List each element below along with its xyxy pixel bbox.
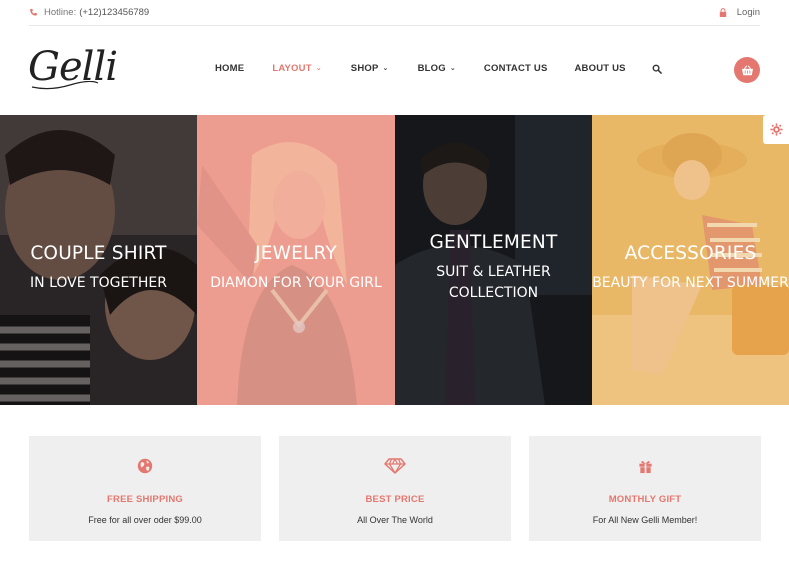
nav-home[interactable]: HOME <box>215 63 244 74</box>
feature-title: BEST PRICE <box>365 494 425 505</box>
nav-about-label: ABOUT US <box>574 63 626 74</box>
nav-blog-label: BLOG <box>417 63 446 74</box>
search-icon[interactable] <box>652 64 662 74</box>
banner-jewelry[interactable]: JEWELRY DIAMON FOR YOUR GIRL <box>197 115 395 405</box>
hotline: Hotline: (+12)123456789 <box>29 7 149 18</box>
banner-subtitle: IN LOVE TOGETHER <box>30 275 167 291</box>
brand-logo[interactable]: Gelli <box>28 47 118 90</box>
chevron-down-icon: ⌄ <box>382 65 389 72</box>
banner-couple-shirt[interactable]: COUPLE SHIRT IN LOVE TOGETHER <box>0 115 197 405</box>
feature-subtitle: Free for all over oder $99.00 <box>88 515 202 525</box>
banner-text: JEWELRY DIAMON FOR YOUR GIRL <box>197 243 395 294</box>
top-bar: Hotline: (+12)123456789 Login <box>29 0 760 26</box>
header: Gelli HOME LAYOUT ⌄ SHOP ⌄ BLOG ⌄ CONTAC… <box>0 27 789 115</box>
banner-title: COUPLE SHIRT <box>30 243 167 264</box>
nav-shop-label: SHOP <box>350 63 379 74</box>
nav-contact[interactable]: CONTACT US <box>484 63 548 74</box>
feature-best-price: BEST PRICE All Over The World <box>279 436 511 541</box>
chevron-down-icon: ⌄ <box>315 65 322 72</box>
feature-title: MONTHLY GIFT <box>608 494 682 505</box>
diamond-icon <box>384 456 406 476</box>
nav-shop[interactable]: SHOP ⌄ <box>351 63 389 74</box>
gear-icon <box>769 123 783 136</box>
banner-subtitle: SUIT & LEATHER COLLECTION <box>436 264 551 301</box>
banner-subtitle: DIAMON FOR YOUR GIRL <box>210 275 382 291</box>
basket-icon <box>741 64 754 76</box>
feature-subtitle: All Over The World <box>357 515 433 525</box>
nav-layout[interactable]: LAYOUT ⌄ <box>272 63 321 74</box>
nav-home-label: HOME <box>215 63 245 74</box>
logo-swash <box>31 81 99 90</box>
banner-accessories[interactable]: ACCESSORIES BEAUTY FOR NEXT SUMMER <box>592 115 789 405</box>
main-nav: HOME LAYOUT ⌄ SHOP ⌄ BLOG ⌄ CONTACT US A… <box>215 63 662 74</box>
category-banners: COUPLE SHIRT IN LOVE TOGETHER JEWELRY DI… <box>0 115 789 405</box>
login-link[interactable]: Login <box>719 7 760 18</box>
banner-title: ACCESSORIES <box>624 243 757 264</box>
feature-title: FREE SHIPPING <box>107 494 183 505</box>
cart-button[interactable] <box>734 57 760 83</box>
phone-icon <box>29 8 38 17</box>
feature-monthly-gift: MONTHLY GIFT For All New Gelli Member! <box>529 436 761 541</box>
banner-text: ACCESSORIES BEAUTY FOR NEXT SUMMER <box>592 243 789 294</box>
globe-icon <box>137 456 153 476</box>
nav-about[interactable]: ABOUT US <box>575 63 626 74</box>
feature-subtitle: For All New Gelli Member! <box>592 515 698 525</box>
nav-blog[interactable]: BLOG ⌄ <box>418 63 456 74</box>
feature-boxes: FREE SHIPPING Free for all over oder $99… <box>29 436 761 541</box>
banner-text: GENTLEMENT SUIT & LEATHER COLLECTION <box>395 232 592 304</box>
banner-text: COUPLE SHIRT IN LOVE TOGETHER <box>0 243 197 294</box>
hotline-label: Hotline: <box>44 7 77 18</box>
gift-icon <box>638 456 653 476</box>
banner-gentlement[interactable]: GENTLEMENT SUIT & LEATHER COLLECTION <box>395 115 592 405</box>
login-label: Login <box>736 7 760 18</box>
lock-icon <box>719 8 727 17</box>
settings-tab[interactable] <box>763 115 789 144</box>
banner-title: JEWELRY <box>255 243 337 264</box>
banner-title: GENTLEMENT <box>429 232 558 253</box>
hotline-number: (+12)123456789 <box>79 7 150 18</box>
nav-layout-label: LAYOUT <box>272 63 312 74</box>
feature-free-shipping: FREE SHIPPING Free for all over oder $99… <box>29 436 261 541</box>
nav-contact-label: CONTACT US <box>483 63 548 74</box>
chevron-down-icon: ⌄ <box>449 65 456 72</box>
banner-subtitle: BEAUTY FOR NEXT SUMMER <box>592 275 789 291</box>
